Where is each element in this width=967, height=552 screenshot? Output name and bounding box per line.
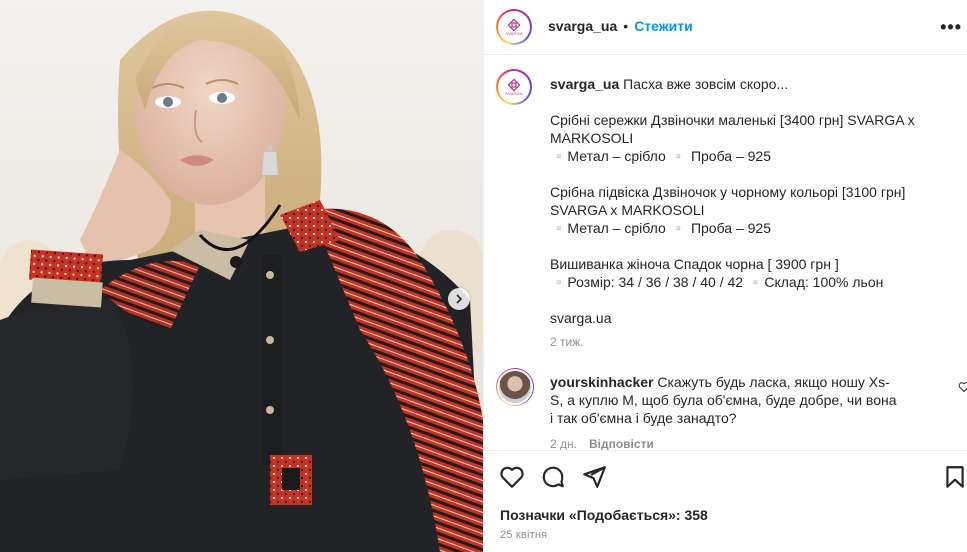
more-dots-icon: ••• [940,17,962,37]
post-photo [0,10,483,552]
send-icon [583,466,606,488]
post-actions: Позначки «Подобається»: 358 25 квітня [484,450,967,552]
share-button[interactable] [581,464,607,495]
caption-author-avatar[interactable]: SVARGA [496,69,532,105]
post-caption: svarga_ua Пасха вже зовсім скоро... Сріб… [550,75,950,351]
follow-button[interactable]: Стежити [634,18,693,34]
like-button[interactable] [499,464,525,495]
heart-icon [958,382,967,393]
comments-area[interactable]: SVARGA svarga_ua Пасха вже зовсім скоро.… [484,55,967,450]
reply-button[interactable]: Відповісти [589,435,654,450]
comment-timestamp[interactable]: 2 дн. [550,435,577,450]
caption-paragraph: Срібна підвіска Дзвіночок у чорному коль… [550,184,906,236]
save-button[interactable] [942,464,967,495]
comment-button[interactable] [540,464,566,495]
caption-paragraph: Срібні сережки Дзвіночки маленькі [3400 … [550,112,915,164]
post-header: SVARGA svarga_ua • Стежити ••• [484,0,967,55]
svarga-logo-icon: SVARGA [501,74,527,100]
svarga-logo-icon: SVARGA [501,14,527,40]
more-options-button[interactable]: ••• [940,17,962,38]
commenter-avatar[interactable] [496,368,534,406]
likes-count[interactable]: Позначки «Подобається»: 358 [500,507,708,523]
author-avatar[interactable]: SVARGA [496,9,532,45]
logo-wordmark: SVARGA [505,31,523,36]
caption-username[interactable]: svarga_ua [550,76,619,92]
chevron-right-icon [456,294,463,304]
commenter-photo [497,369,533,405]
comment-like-button[interactable] [958,380,967,398]
comment-username[interactable]: yourskinhacker [550,374,654,390]
caption-lead: Пасха вже зовсім скоро... [623,76,789,92]
heart-icon [500,466,524,488]
caption-link[interactable]: svarga.ua [550,309,950,327]
post-date[interactable]: 25 квітня [500,529,547,541]
post-image[interactable] [0,0,483,552]
comment: yourskinhacker Скажуть будь ласка, якщо … [550,373,900,450]
bookmark-icon [946,466,964,488]
caption-timestamp[interactable]: 2 тиж. [550,333,950,351]
author-username[interactable]: svarga_ua [548,18,617,34]
logo-wordmark: SVARGA [505,91,523,96]
post-details-panel: SVARGA svarga_ua • Стежити ••• SVARGA sv… [483,0,967,552]
separator-dot: • [623,18,629,34]
caption-paragraph: Вишиванка жіноча Спадок чорна [ 3900 грн… [550,256,884,290]
comment-icon [542,466,564,488]
carousel-next-button[interactable] [448,288,470,310]
